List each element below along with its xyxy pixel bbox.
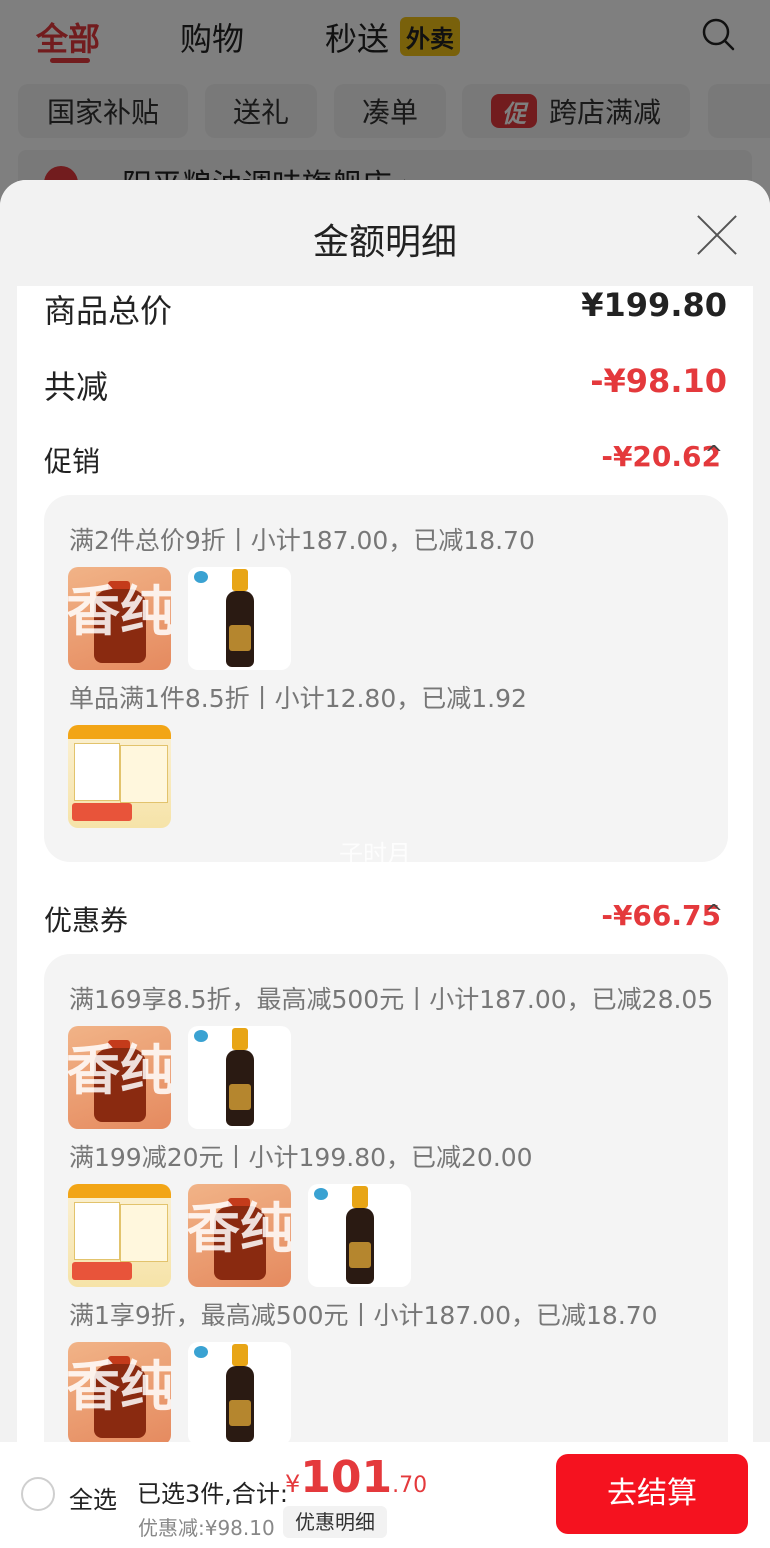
product-thumb-sesame-oil[interactable]	[188, 1342, 291, 1442]
thumb-text: 纯	[120, 1355, 171, 1418]
product-thumb-soy-powder[interactable]	[68, 725, 171, 828]
thumb-text: 香	[68, 1039, 120, 1102]
thumb-text: 纯	[120, 580, 171, 643]
sheet-title: 金额明细	[312, 222, 457, 263]
checkout-bar: 全选 已选3件,合计: ¥101.70 优惠减:¥98.10 优惠明细 去结算	[0, 1442, 770, 1548]
price-integer: 101	[300, 1452, 393, 1503]
pack	[120, 1204, 168, 1262]
coupon-label: 优惠券	[44, 904, 129, 937]
pack	[74, 743, 120, 801]
promo-detail-box: 满2件总价9折丨小计187.00，已减18.70 香 纯 单品满1件8.5折丨小…	[44, 495, 728, 862]
pack	[120, 745, 168, 803]
discount-text: 优惠减:¥98.10	[138, 1516, 275, 1540]
price-decimal: .70	[392, 1473, 428, 1498]
product-thumb-soy-powder[interactable]	[68, 1184, 171, 1287]
watermark: 子时月	[339, 840, 411, 868]
coupon-rule: 满199减20元丨小计199.80，已减20.00	[69, 1143, 533, 1172]
select-all-label[interactable]: 全选	[69, 1480, 117, 1515]
product-thumb-oil[interactable]: 香 纯	[68, 1026, 171, 1129]
total-price-value: ¥199.80	[581, 286, 727, 324]
bottle-label	[349, 1242, 371, 1268]
bottle-label	[229, 1400, 251, 1426]
price-symbol: ¥	[285, 1470, 301, 1498]
close-icon[interactable]	[696, 214, 738, 256]
collapse-promo-icon[interactable]: ^	[705, 442, 723, 467]
selected-count-text: 已选3件,合计:	[137, 1480, 288, 1508]
thumb-text: 香	[68, 1355, 120, 1418]
total-reduce-value: -¥98.10	[590, 362, 727, 400]
brand-tag-icon	[194, 1030, 208, 1042]
coupon-value: -¥66.75	[601, 899, 721, 932]
product-thumb-sesame-oil[interactable]	[188, 1026, 291, 1129]
checkout-button[interactable]: 去结算	[556, 1454, 748, 1534]
brand-tag-icon	[194, 1346, 208, 1358]
select-all-radio[interactable]	[21, 1477, 55, 1511]
price-tag	[72, 1262, 132, 1280]
bottle-cap	[232, 569, 248, 591]
bottle-cap	[352, 1186, 368, 1208]
bottle-cap	[232, 1028, 248, 1050]
coupon-rule: 满1享9折，最高减500元丨小计187.00，已减18.70	[69, 1301, 658, 1330]
brand-tag-icon	[194, 571, 208, 583]
coupon-detail-box: 满169享8.5折，最高减500元丨小计187.00，已减28.05 香 纯 满…	[44, 954, 728, 1442]
product-thumb-oil[interactable]: 香 纯	[188, 1184, 291, 1287]
product-thumb-oil[interactable]: 香 纯	[68, 567, 171, 670]
promo-label: 促销	[44, 445, 101, 478]
total-reduce-label: 共减	[44, 368, 109, 406]
coupon-rule: 满169享8.5折，最高减500元丨小计187.00，已减28.05	[69, 985, 714, 1014]
total-price: ¥101.70	[285, 1452, 427, 1503]
bottle-label	[229, 625, 251, 651]
product-thumb-oil[interactable]: 香 纯	[68, 1342, 171, 1442]
promo-rule: 单品满1件8.5折丨小计12.80，已减1.92	[69, 684, 527, 713]
product-thumb-sesame-oil[interactable]	[308, 1184, 411, 1287]
collapse-coupon-icon[interactable]: ^	[705, 901, 723, 926]
amount-detail-sheet: 金额明细 商品总价 ¥199.80 共减 -¥98.10 促销 -¥20.62 …	[0, 180, 770, 1442]
brand-tag-icon	[314, 1188, 328, 1200]
thumb-text: 纯	[240, 1197, 291, 1260]
pack	[74, 1202, 120, 1260]
discount-detail-button[interactable]: 优惠明细	[283, 1506, 387, 1538]
pack-band	[68, 1184, 171, 1198]
thumb-text: 纯	[120, 1039, 171, 1102]
product-thumb-sesame-oil[interactable]	[188, 567, 291, 670]
thumb-text: 香	[188, 1197, 240, 1260]
price-tag	[72, 803, 132, 821]
detail-card: 商品总价 ¥199.80 共减 -¥98.10 促销 -¥20.62 ^ 满2件…	[17, 286, 753, 1442]
bottle-label	[229, 1084, 251, 1110]
promo-value: -¥20.62	[601, 440, 721, 473]
promo-rule: 满2件总价9折丨小计187.00，已减18.70	[69, 526, 535, 555]
sheet-header: 金额明细	[0, 180, 770, 286]
bottle-cap	[232, 1344, 248, 1366]
thumb-text: 香	[68, 580, 120, 643]
total-price-label: 商品总价	[44, 292, 173, 330]
pack-band	[68, 725, 171, 739]
